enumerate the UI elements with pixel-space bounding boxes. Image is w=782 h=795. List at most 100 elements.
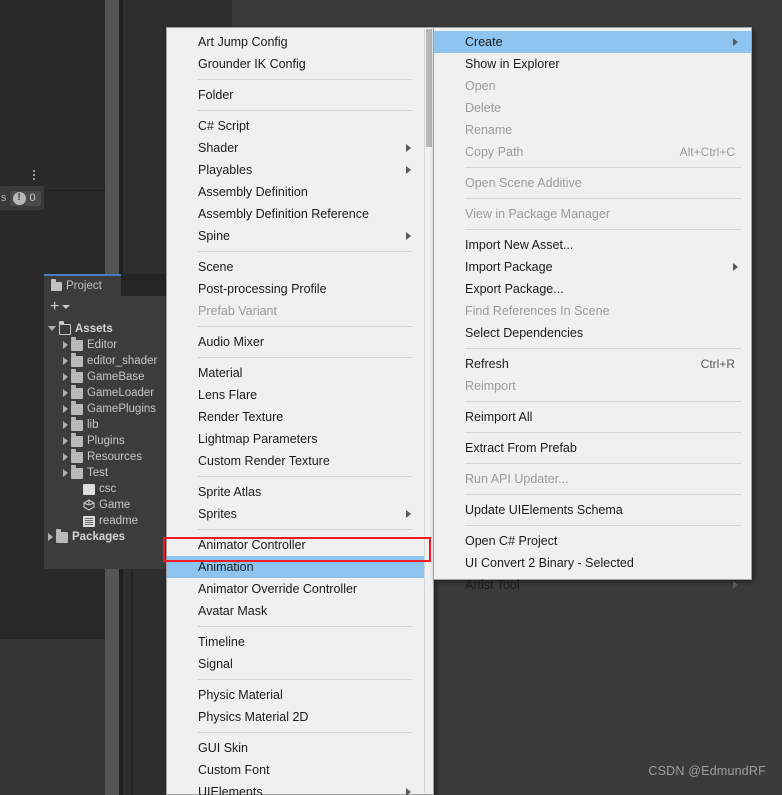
chevron-right-icon[interactable] bbox=[63, 389, 68, 397]
tree-item-gamebase[interactable]: GameBase bbox=[44, 369, 172, 385]
menu-item-assembly-definition[interactable]: Assembly Definition bbox=[167, 181, 424, 203]
menu-item-art-jump-config[interactable]: Art Jump Config bbox=[167, 31, 424, 53]
menu-item-animator-controller[interactable]: Animator Controller bbox=[167, 534, 424, 556]
chevron-right-icon[interactable] bbox=[63, 453, 68, 461]
folder-icon bbox=[71, 337, 83, 351]
tab-project[interactable]: Project bbox=[44, 274, 121, 296]
tree-item-resources[interactable]: Resources bbox=[44, 449, 172, 465]
menu-item-c-script[interactable]: C# Script bbox=[167, 115, 424, 137]
menu-item-open-c-project[interactable]: Open C# Project bbox=[434, 530, 751, 552]
menu-item-render-texture[interactable]: Render Texture bbox=[167, 406, 424, 428]
tree-item-csc[interactable]: csc bbox=[44, 481, 172, 497]
menu-item-playables[interactable]: Playables bbox=[167, 159, 424, 181]
tree-item-test[interactable]: Test bbox=[44, 465, 172, 481]
menu-item-label: Open C# Project bbox=[465, 534, 558, 548]
chevron-right-icon[interactable] bbox=[63, 469, 68, 477]
console-truncated-label: s bbox=[1, 192, 7, 204]
menu-item-material[interactable]: Material bbox=[167, 362, 424, 384]
menu-item-assembly-definition-reference[interactable]: Assembly Definition Reference bbox=[167, 203, 424, 225]
menu-item-animator-override-controller[interactable]: Animator Override Controller bbox=[167, 578, 424, 600]
menu-item-sprite-atlas[interactable]: Sprite Atlas bbox=[167, 481, 424, 503]
menu-item-avatar-mask[interactable]: Avatar Mask bbox=[167, 600, 424, 622]
chevron-down-icon[interactable] bbox=[62, 304, 71, 309]
tree-item-game[interactable]: Game bbox=[44, 497, 172, 513]
chevron-right-icon[interactable] bbox=[63, 373, 68, 381]
tree-item-gameplugins[interactable]: GamePlugins bbox=[44, 401, 172, 417]
add-asset-button[interactable]: + bbox=[50, 298, 59, 315]
menu-item-reimport-all[interactable]: Reimport All bbox=[434, 406, 751, 428]
menu-item-audio-mixer[interactable]: Audio Mixer bbox=[167, 331, 424, 353]
chevron-right-icon[interactable] bbox=[63, 421, 68, 429]
chevron-right-icon[interactable] bbox=[63, 437, 68, 445]
menu-item-timeline[interactable]: Timeline bbox=[167, 631, 424, 653]
tree-item-editor-shader[interactable]: editor_shader bbox=[44, 353, 172, 369]
more-vertical-icon[interactable] bbox=[33, 170, 35, 180]
chevron-right-icon[interactable] bbox=[48, 533, 53, 541]
menu-item-import-new-asset[interactable]: Import New Asset... bbox=[434, 234, 751, 256]
tabstrip-empty-area bbox=[121, 274, 172, 296]
tree-item-readme[interactable]: readme bbox=[44, 513, 172, 529]
menu-item-refresh[interactable]: Refresh Ctrl+R bbox=[434, 353, 751, 375]
chevron-right-icon[interactable] bbox=[63, 405, 68, 413]
menu-item-label: Export Package... bbox=[465, 282, 564, 296]
tree-item-lib[interactable]: lib bbox=[44, 417, 172, 433]
menu-item-scene[interactable]: Scene bbox=[167, 256, 424, 278]
menu-item-label: Reimport bbox=[465, 379, 516, 393]
menu-item-label: Grounder IK Config bbox=[198, 57, 306, 71]
menu-item-gui-skin[interactable]: GUI Skin bbox=[167, 737, 424, 759]
menu-separator bbox=[465, 525, 741, 526]
menu-item-uielements[interactable]: UIElements bbox=[167, 781, 424, 795]
menu-item-post-processing-profile[interactable]: Post-processing Profile bbox=[167, 278, 424, 300]
menu-item-spine[interactable]: Spine bbox=[167, 225, 424, 247]
scrollbar-thumb[interactable] bbox=[426, 29, 432, 147]
menu-item-custom-render-texture[interactable]: Custom Render Texture bbox=[167, 450, 424, 472]
tree-item-gameloader[interactable]: GameLoader bbox=[44, 385, 172, 401]
project-tab-label: Project bbox=[66, 280, 102, 292]
tree-item-editor[interactable]: Editor bbox=[44, 337, 172, 353]
menu-item-physic-material[interactable]: Physic Material bbox=[167, 684, 424, 706]
error-count-chip[interactable]: ! 0 bbox=[9, 190, 41, 206]
menu-item-lightmap-parameters[interactable]: Lightmap Parameters bbox=[167, 428, 424, 450]
menu-separator bbox=[465, 229, 741, 230]
menu-item-import-package[interactable]: Import Package bbox=[434, 256, 751, 278]
menu-item-grounder-ik-config[interactable]: Grounder IK Config bbox=[167, 53, 424, 75]
menu-item-extract-from-prefab[interactable]: Extract From Prefab bbox=[434, 437, 751, 459]
menu-item-animation[interactable]: Animation bbox=[167, 556, 424, 578]
tree-item-plugins[interactable]: Plugins bbox=[44, 433, 172, 449]
menu-separator bbox=[198, 251, 412, 252]
menu-item-signal[interactable]: Signal bbox=[167, 653, 424, 675]
chevron-down-icon[interactable] bbox=[48, 325, 56, 335]
menu-item-folder[interactable]: Folder bbox=[167, 84, 424, 106]
menu-item-custom-font[interactable]: Custom Font bbox=[167, 759, 424, 781]
menu-item-select-dependencies[interactable]: Select Dependencies bbox=[434, 322, 751, 344]
tree-item-packages[interactable]: Packages bbox=[44, 529, 172, 545]
editor-lower-left-pane bbox=[0, 638, 105, 795]
chevron-right-icon bbox=[406, 166, 411, 174]
menu-item-shortcut: Alt+Ctrl+C bbox=[679, 145, 735, 159]
menu-item-artist-tool[interactable]: Artist Tool bbox=[434, 574, 751, 596]
menu-item-lens-flare[interactable]: Lens Flare bbox=[167, 384, 424, 406]
menu-item-sprites[interactable]: Sprites bbox=[167, 503, 424, 525]
menu-item-update-uielements-schema[interactable]: Update UIElements Schema bbox=[434, 499, 751, 521]
project-context-menu[interactable]: Create Show in Explorer Open Delete Rename Co… bbox=[433, 27, 752, 592]
menu-item-show-in-explorer[interactable]: Show in Explorer bbox=[434, 53, 751, 75]
menu-item-label: C# Script bbox=[198, 119, 250, 133]
menu-item-ui-convert-2-binary-selected[interactable]: UI Convert 2 Binary - Selected bbox=[434, 552, 751, 574]
menu-item-shader[interactable]: Shader bbox=[167, 137, 424, 159]
menu-item-export-package[interactable]: Export Package... bbox=[434, 278, 751, 300]
menu-item-label: Material bbox=[198, 366, 243, 380]
menu-item-physics-material-2d[interactable]: Physics Material 2D bbox=[167, 706, 424, 728]
project-tabstrip: Project bbox=[44, 274, 172, 296]
menu-item-label: Animation bbox=[198, 560, 254, 574]
create-submenu[interactable]: Art Jump Config Grounder IK Config Folder C… bbox=[166, 27, 434, 795]
tree-item-assets[interactable]: Assets bbox=[44, 320, 172, 337]
project-asset-tree[interactable]: Assets Editor editor_shader GameBase GameLoa… bbox=[44, 317, 172, 569]
menu-item-label: Import Package bbox=[465, 260, 553, 274]
chevron-right-icon[interactable] bbox=[63, 341, 68, 349]
chevron-right-icon[interactable] bbox=[63, 357, 68, 365]
create-submenu-scrollbar[interactable] bbox=[424, 29, 432, 793]
menu-separator bbox=[198, 626, 412, 627]
chevron-right-icon bbox=[406, 144, 411, 152]
menu-item-create[interactable]: Create bbox=[434, 31, 751, 53]
menu-item-label: Find References In Scene bbox=[465, 304, 610, 318]
